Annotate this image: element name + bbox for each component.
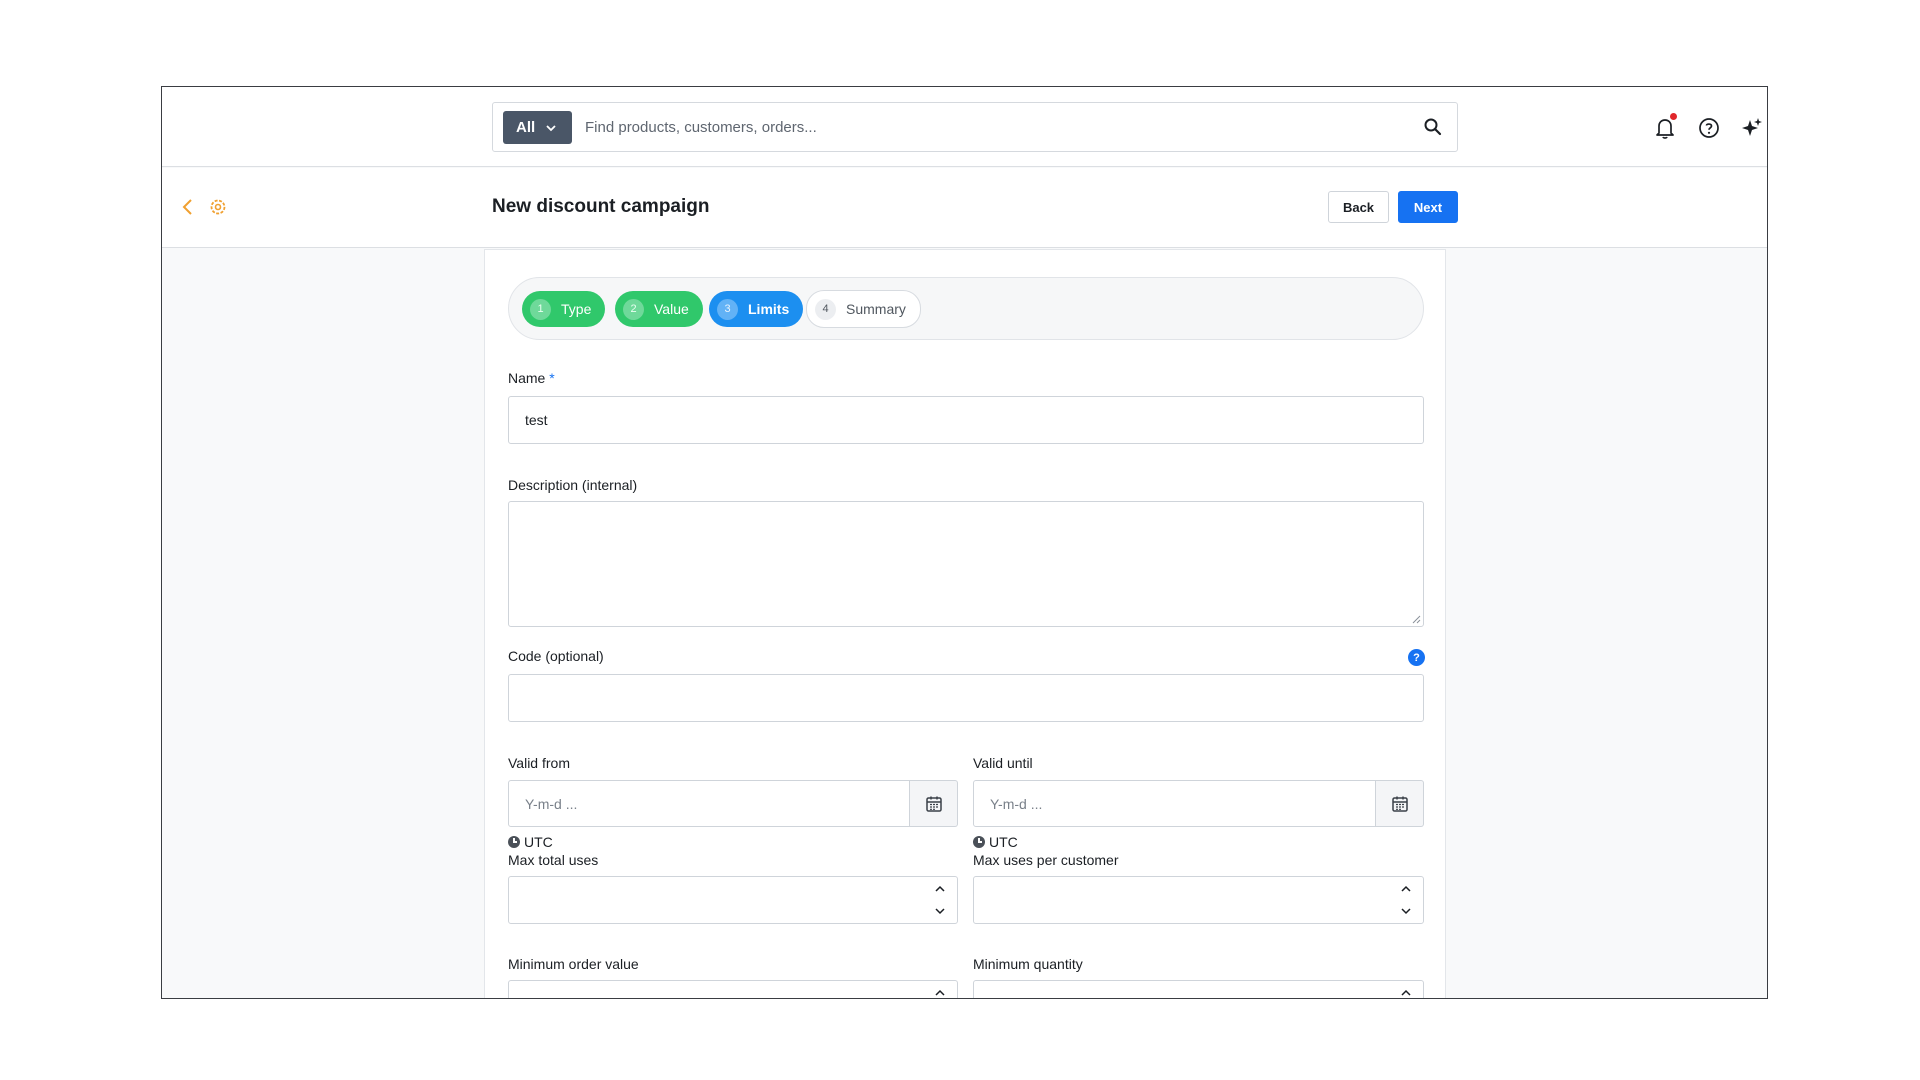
code-help-icon[interactable]: ? bbox=[1408, 649, 1425, 666]
valid-from-label: Valid from bbox=[508, 755, 570, 771]
notification-dot bbox=[1670, 113, 1677, 120]
timezone-label: UTC bbox=[989, 834, 1018, 850]
clock-icon bbox=[508, 836, 520, 848]
step-number: 4 bbox=[815, 298, 836, 320]
step-summary[interactable]: 4 Summary bbox=[806, 290, 921, 328]
description-label: Description (internal) bbox=[508, 477, 638, 493]
number-spinner bbox=[933, 987, 947, 999]
step-number: 2 bbox=[623, 298, 644, 320]
number-spinner bbox=[1399, 987, 1413, 999]
valid-from-calendar-button[interactable] bbox=[910, 780, 958, 827]
resize-grip-icon[interactable] bbox=[1411, 614, 1421, 624]
number-spinner bbox=[933, 883, 947, 917]
step-label: Type bbox=[561, 301, 592, 317]
calendar-icon bbox=[925, 796, 942, 812]
stepper: 1 Type 2 Value 3 Limits 4 Summary bbox=[508, 277, 1424, 340]
form-card: 1 Type 2 Value 3 Limits 4 Summary Name *… bbox=[484, 249, 1446, 999]
app-window: All Find products, customers, orders... … bbox=[161, 86, 1768, 999]
name-label-text: Name bbox=[508, 370, 546, 386]
min-order-value-label: Minimum order value bbox=[508, 956, 639, 972]
step-label: Value bbox=[654, 301, 689, 317]
chevron-down-icon bbox=[546, 124, 556, 131]
step-label: Limits bbox=[748, 301, 790, 317]
page-title: New discount campaign bbox=[492, 196, 710, 217]
max-total-uses-label: Max total uses bbox=[508, 852, 599, 868]
global-search: All bbox=[492, 102, 1458, 152]
max-uses-per-customer-input[interactable] bbox=[973, 876, 1424, 924]
clock-icon bbox=[973, 836, 985, 848]
chevron-up-icon[interactable] bbox=[933, 987, 947, 999]
chevron-up-icon[interactable] bbox=[933, 883, 947, 895]
sparkles-icon bbox=[1742, 118, 1762, 136]
search-scope-label: All bbox=[516, 119, 536, 136]
valid-until-input[interactable]: Y-m-d ... bbox=[973, 780, 1376, 827]
page-header: New discount campaign Back Next bbox=[162, 168, 1767, 248]
help-circle-icon bbox=[1699, 118, 1719, 138]
valid-until-label: Valid until bbox=[973, 755, 1033, 771]
code-label: Code (optional) bbox=[508, 648, 604, 664]
search-icon[interactable] bbox=[1423, 117, 1443, 137]
step-label: Summary bbox=[846, 301, 906, 317]
chevron-down-icon[interactable] bbox=[1399, 905, 1413, 917]
valid-until-timezone: UTC bbox=[973, 834, 1018, 850]
min-order-value-input[interactable] bbox=[508, 980, 958, 999]
min-quantity-input[interactable] bbox=[973, 980, 1424, 999]
valid-from-input[interactable]: Y-m-d ... bbox=[508, 780, 910, 827]
ai-assistant-button[interactable] bbox=[1739, 115, 1765, 141]
chevron-up-icon[interactable] bbox=[1399, 883, 1413, 895]
next-button[interactable]: Next bbox=[1398, 191, 1458, 223]
name-label: Name * bbox=[508, 370, 555, 386]
back-button[interactable]: Back bbox=[1328, 191, 1389, 223]
number-spinner bbox=[1399, 883, 1413, 917]
valid-from-timezone: UTC bbox=[508, 834, 553, 850]
back-chevron-icon[interactable] bbox=[180, 196, 196, 218]
help-button[interactable] bbox=[1696, 115, 1722, 141]
max-total-uses-input[interactable] bbox=[508, 876, 958, 924]
settings-icon[interactable] bbox=[208, 197, 228, 217]
chevron-down-icon[interactable] bbox=[933, 905, 947, 917]
name-input[interactable]: test bbox=[508, 396, 1424, 444]
code-input[interactable] bbox=[508, 674, 1424, 722]
calendar-icon bbox=[1391, 796, 1408, 812]
step-value[interactable]: 2 Value bbox=[615, 291, 703, 327]
valid-until-calendar-button[interactable] bbox=[1376, 780, 1424, 827]
step-limits[interactable]: 3 Limits bbox=[709, 291, 804, 327]
required-marker: * bbox=[549, 370, 555, 386]
description-textarea[interactable] bbox=[508, 501, 1424, 627]
step-number: 3 bbox=[717, 298, 738, 320]
step-type[interactable]: 1 Type bbox=[522, 291, 606, 327]
search-input[interactable] bbox=[585, 111, 1405, 144]
step-number: 1 bbox=[530, 298, 551, 320]
chevron-up-icon[interactable] bbox=[1399, 987, 1413, 999]
top-bar: All bbox=[162, 87, 1767, 167]
timezone-label: UTC bbox=[524, 834, 553, 850]
min-quantity-label: Minimum quantity bbox=[973, 956, 1083, 972]
notifications-button[interactable] bbox=[1652, 113, 1678, 141]
max-uses-per-customer-label: Max uses per customer bbox=[973, 852, 1119, 868]
search-scope-dropdown[interactable]: All bbox=[503, 111, 572, 144]
